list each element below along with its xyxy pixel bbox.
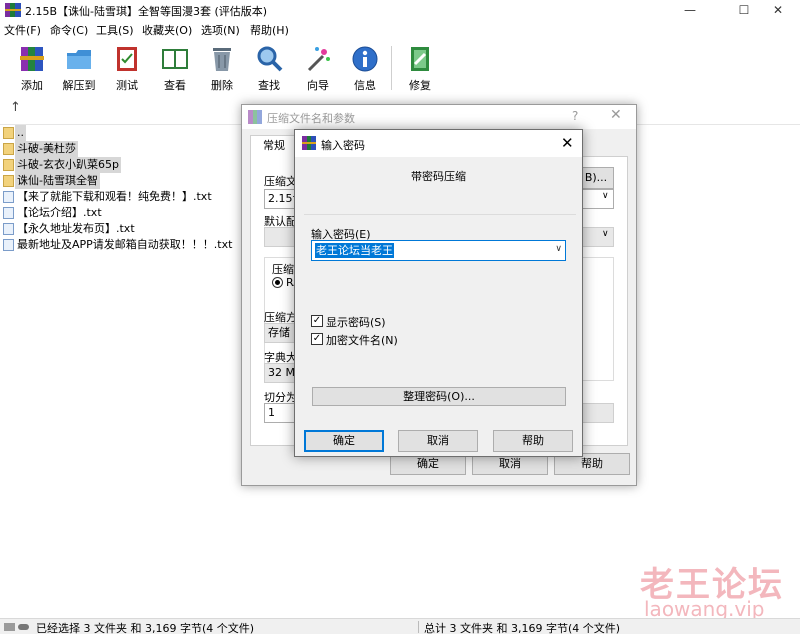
menu-file[interactable]: 文件(F) xyxy=(4,22,41,40)
text-file-icon xyxy=(3,239,14,251)
split-unit-select[interactable] xyxy=(582,403,614,423)
show-password-label: 显示密码(S) xyxy=(326,316,386,329)
text-file-icon xyxy=(3,191,14,203)
toolbar: 添加 解压到 测试 查看 删除 查找 向导 信息 修复 xyxy=(0,42,800,94)
menu-favorites[interactable]: 收藏夹(O) xyxy=(142,22,192,40)
close-button[interactable]: ✕ xyxy=(756,0,800,20)
password-value: 老王论坛当老王 xyxy=(315,243,394,258)
winrar-app-icon xyxy=(5,3,21,17)
repair-icon xyxy=(411,47,429,71)
chevron-down-icon: ∨ xyxy=(602,191,609,201)
view-button[interactable]: 查看 xyxy=(152,42,198,94)
test-icon xyxy=(117,47,137,71)
menu-options[interactable]: 选项(N) xyxy=(201,22,240,40)
up-arrow-icon[interactable]: ↑ xyxy=(10,100,21,115)
show-password-checkbox[interactable]: ✓ xyxy=(311,315,323,327)
wizard-icon xyxy=(307,47,330,72)
winrar-app-icon xyxy=(302,136,316,150)
find-button[interactable]: 查找 xyxy=(246,42,292,94)
window-title: 2.15B【诛仙-陆雪琪】全智等国漫3套 (评估版本) xyxy=(25,5,268,18)
toolbar-separator xyxy=(391,46,392,90)
rar-radio[interactable] xyxy=(272,277,283,288)
split-field[interactable]: 1 xyxy=(264,403,298,423)
status-bar: 已经选择 3 文件夹 和 3,169 字节(4 个文件) 总计 3 文件夹 和 … xyxy=(0,618,800,635)
extract-to-button[interactable]: 解压到 xyxy=(56,42,102,94)
method-select[interactable]: 存储 xyxy=(264,323,298,343)
cancel-button[interactable]: 取消 xyxy=(398,430,478,452)
password-dialog: 输入密码 ✕ 带密码压缩 输入密码(E) 老王论坛当老王 ∨ ✓ 显示密码(S)… xyxy=(294,129,583,457)
archive-name-label: 压缩文 xyxy=(264,175,297,188)
wizard-button[interactable]: 向导 xyxy=(295,42,341,94)
delete-icon xyxy=(213,48,231,71)
menu-tools[interactable]: 工具(S) xyxy=(96,22,134,40)
chevron-down-icon[interactable]: ∨ xyxy=(555,244,562,254)
menu-help[interactable]: 帮助(H) xyxy=(250,22,289,40)
help-button[interactable]: 帮助 xyxy=(493,430,573,452)
menu-commands[interactable]: 命令(C) xyxy=(50,22,88,40)
dialog-title: 输入密码 xyxy=(321,139,365,152)
organize-passwords-button[interactable]: 整理密码(O)... xyxy=(312,387,566,406)
format-label: 压缩 xyxy=(272,263,294,276)
info-button[interactable]: 信息 xyxy=(342,42,388,94)
help-icon[interactable]: ? xyxy=(572,109,578,123)
status-divider xyxy=(418,621,419,633)
ok-button[interactable]: 确定 xyxy=(304,430,384,452)
encrypt-names-checkbox[interactable]: ✓ xyxy=(311,333,323,345)
text-file-icon xyxy=(3,223,14,235)
dialog-title: 压缩文件名和参数 xyxy=(267,112,355,125)
minimize-button[interactable]: — xyxy=(668,0,712,20)
browse-button[interactable]: B)... xyxy=(578,167,614,189)
repair-button[interactable]: 修复 xyxy=(397,42,443,94)
test-button[interactable]: 测试 xyxy=(104,42,150,94)
view-icon xyxy=(162,49,188,69)
encrypt-names-label: 加密文件名(N) xyxy=(326,334,398,347)
folder-icon xyxy=(3,127,14,139)
tab-general[interactable]: 常规 xyxy=(250,135,298,157)
dialog-title-bar: 输入密码 ✕ xyxy=(295,130,582,157)
title-bar: 2.15B【诛仙-陆雪琪】全智等国漫3套 (评估版本) — ☐ ✕ xyxy=(0,0,800,20)
drive-icons xyxy=(4,623,29,631)
folder-icon xyxy=(3,175,14,187)
folder-icon xyxy=(3,159,14,171)
password-input[interactable]: 老王论坛当老王 ∨ xyxy=(311,240,566,261)
close-icon[interactable]: ✕ xyxy=(561,134,574,152)
chevron-down-icon: ∨ xyxy=(602,229,609,239)
text-file-icon xyxy=(3,207,14,219)
close-icon[interactable]: ✕ xyxy=(610,107,622,123)
folder-icon xyxy=(3,143,14,155)
add-button[interactable]: 添加 xyxy=(9,42,55,94)
info-icon xyxy=(352,46,378,72)
dialog-title-bar: 压缩文件名和参数 ? ✕ xyxy=(242,105,636,129)
add-archive-icon xyxy=(20,47,44,71)
delete-button[interactable]: 删除 xyxy=(199,42,245,94)
menu-bar: 文件(F) 命令(C) 工具(S) 收藏夹(O) 选项(N) 帮助(H) xyxy=(0,22,800,40)
find-icon xyxy=(257,46,283,72)
winrar-app-icon xyxy=(248,110,262,124)
extract-to-icon xyxy=(67,50,91,69)
dictionary-select[interactable]: 32 MB xyxy=(264,363,298,383)
dialog-heading: 带密码压缩 xyxy=(411,170,466,183)
